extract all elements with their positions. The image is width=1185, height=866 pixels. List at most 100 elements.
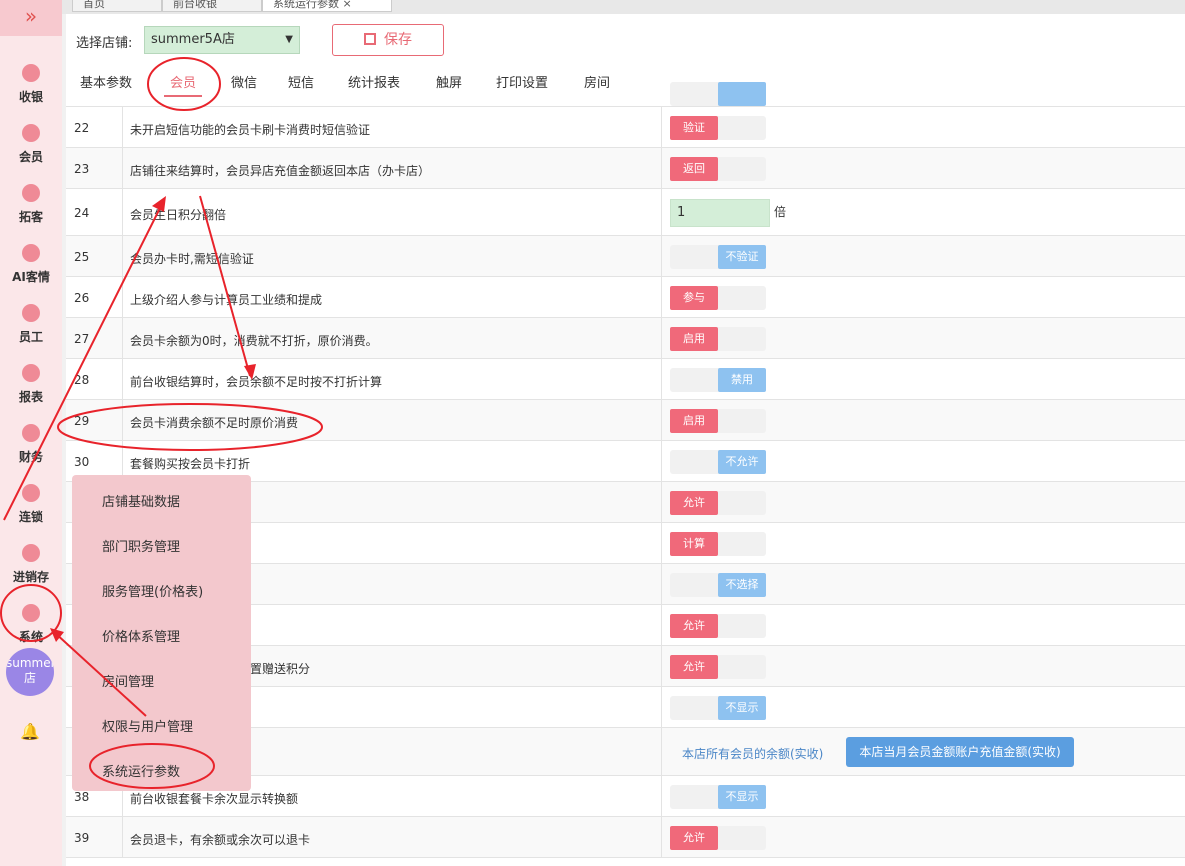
column-divider xyxy=(122,359,123,400)
toggle-switch[interactable]: 参与 xyxy=(670,286,766,310)
shop-select[interactable]: summer5A店 ▼ xyxy=(144,26,300,54)
toggle-value: 不显示 xyxy=(718,785,766,809)
table-row xyxy=(66,82,1185,107)
toggle-value: 不选择 xyxy=(718,573,766,597)
chevron-down-icon: ▼ xyxy=(285,34,293,45)
close-icon[interactable]: × xyxy=(343,0,352,10)
sidebar-item-label: 员工 xyxy=(18,330,43,344)
sidebar-item-label: 报表 xyxy=(18,390,43,404)
table-row: 23 店铺往来结算时，会员异店充值金额返回本店（办卡店） 返回 xyxy=(66,148,1185,189)
sidebar-item-label: 系统 xyxy=(18,630,43,644)
column-divider xyxy=(661,441,662,482)
birthday-multiplier-input[interactable]: 1 xyxy=(670,199,770,227)
sidebar-item-7[interactable]: 连锁 xyxy=(0,470,62,530)
toggle-value: 允许 xyxy=(670,826,718,850)
top-tab-label: 首页 xyxy=(83,0,105,10)
store-icon xyxy=(22,484,40,502)
row-description: 会员卡消费余额不足时原价消费 xyxy=(130,416,299,430)
menu-item[interactable]: 价格体系管理 xyxy=(102,626,180,645)
column-divider xyxy=(661,400,662,441)
row-description: 前台收银套餐卡余次显示转换额 xyxy=(130,792,299,806)
top-tab-system-params[interactable]: 系统运行参数 × xyxy=(262,0,392,12)
toggle-value: 允许 xyxy=(670,655,718,679)
column-divider xyxy=(122,107,123,148)
toggle-value: 允许 xyxy=(670,614,718,638)
toggle-switch[interactable]: 计算 xyxy=(670,532,766,556)
row-number: 23 xyxy=(74,162,90,176)
sidebar-item-9[interactable]: 系统 xyxy=(0,590,62,650)
toggle-value: 不显示 xyxy=(718,696,766,720)
row-number: 38 xyxy=(74,790,90,804)
top-tab-bar: 首页 前台收银 系统运行参数 × xyxy=(62,0,1185,14)
toggle-switch[interactable]: 允许 xyxy=(670,826,766,850)
toggle-switch[interactable]: 不显示 xyxy=(670,785,766,809)
column-divider xyxy=(661,646,662,687)
sidebar-item-8[interactable]: 进销存 xyxy=(0,530,62,590)
money-bag-icon xyxy=(22,64,40,82)
sidebar-item-6[interactable]: 财务 xyxy=(0,410,62,470)
avatar[interactable]: summer5A店 xyxy=(6,648,54,696)
top-tab-home[interactable]: 首页 xyxy=(72,0,162,12)
column-divider xyxy=(661,236,662,277)
toggle-value: 启用 xyxy=(670,327,718,351)
column-divider xyxy=(661,318,662,359)
menu-item[interactable]: 店铺基础数据 xyxy=(102,491,180,510)
calc-option-all-balance[interactable]: 本店所有会员的余额(实收) xyxy=(682,745,823,762)
menu-item[interactable]: 权限与用户管理 xyxy=(102,716,193,735)
menu-item[interactable]: 服务管理(价格表) xyxy=(102,581,203,600)
sidebar-item-1[interactable]: 会员 xyxy=(0,110,62,170)
top-tab-cashier[interactable]: 前台收银 xyxy=(162,0,262,12)
save-button[interactable]: 保存 xyxy=(332,24,444,56)
toggle-value: 不验证 xyxy=(718,245,766,269)
toggle-value: 返回 xyxy=(670,157,718,181)
column-divider xyxy=(122,817,123,858)
sidebar-item-2[interactable]: 拓客 xyxy=(0,170,62,230)
toggle-switch[interactable]: 允许 xyxy=(670,655,766,679)
unit-label: 倍 xyxy=(774,205,787,219)
toggle-switch[interactable]: 允许 xyxy=(670,491,766,515)
sidebar-item-0[interactable]: 收银 xyxy=(0,50,62,110)
row-description: 会员卡余额为0时，消费就不打折，原价消费。 xyxy=(130,334,378,348)
toggle-switch[interactable]: 不显示 xyxy=(670,696,766,720)
toggle-switch[interactable]: 不允许 xyxy=(670,450,766,474)
toggle-switch[interactable]: 启用 xyxy=(670,327,766,351)
table-row: 27 会员卡余额为0时，消费就不打折，原价消费。 启用 xyxy=(66,318,1185,359)
toggle-switch[interactable]: 不验证 xyxy=(670,245,766,269)
row-number: 29 xyxy=(74,414,90,428)
table-row: 29 会员卡消费余额不足时原价消费 启用 xyxy=(66,400,1185,441)
diamond-icon xyxy=(22,124,40,142)
double-chevron-right-icon[interactable]: » xyxy=(0,0,62,36)
sidebar-item-label: AI客情 xyxy=(12,270,50,284)
toggle-switch[interactable]: 不选择 xyxy=(670,573,766,597)
sidebar-item-label: 财务 xyxy=(18,450,43,464)
toggle-switch[interactable]: 验证 xyxy=(670,116,766,140)
table-row: 26 上级介绍人参与计算员工业绩和提成 参与 xyxy=(66,277,1185,318)
avatar-label: summer5A店 xyxy=(6,656,54,685)
gear-icon xyxy=(22,604,40,622)
sidebar-item-4[interactable]: 员工 xyxy=(0,290,62,350)
sidebar-item-3[interactable]: AI客情 xyxy=(0,230,62,290)
toggle-switch[interactable]: 禁用 xyxy=(670,368,766,392)
bell-icon[interactable]: 🔔 xyxy=(20,722,40,741)
table-row: 39 会员退卡，有余额或余次可以退卡 允许 xyxy=(66,817,1185,858)
menu-item[interactable]: 系统运行参数 xyxy=(102,761,180,780)
table-row: 24 会员生日积分翻倍 1 倍 xyxy=(66,189,1185,236)
toggle-switch[interactable]: 返回 xyxy=(670,157,766,181)
toggle-switch[interactable]: 启用 xyxy=(670,409,766,433)
row-number: 24 xyxy=(74,206,90,220)
person-icon xyxy=(22,304,40,322)
sidebar-item-label: 进销存 xyxy=(12,570,49,584)
row-description: 会员生日积分翻倍 xyxy=(130,208,227,222)
toggle-knob xyxy=(718,82,766,106)
toggle-switch[interactable] xyxy=(670,82,766,106)
row-number: 25 xyxy=(74,250,90,264)
menu-item[interactable]: 部门职务管理 xyxy=(102,536,180,555)
calc-option-monthly-recharge-button[interactable]: 本店当月会员金额账户充值金额(实收) xyxy=(846,737,1074,767)
row-number: 39 xyxy=(74,831,90,845)
row-description: 前台收银结算时，会员余额不足时按不打折计算 xyxy=(130,375,383,389)
toggle-switch[interactable]: 允许 xyxy=(670,614,766,638)
sidebar-item-5[interactable]: 报表 xyxy=(0,350,62,410)
menu-item[interactable]: 房间管理 xyxy=(102,671,154,690)
sidebar-item-label: 连锁 xyxy=(18,510,43,524)
row-number: 28 xyxy=(74,373,90,387)
